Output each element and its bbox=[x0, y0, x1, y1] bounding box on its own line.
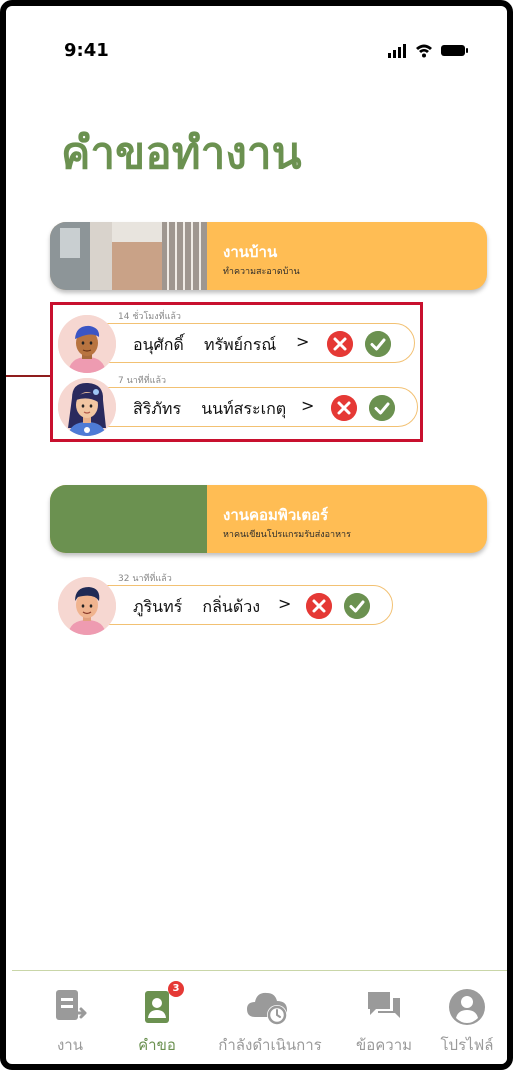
job-subtitle: ทำความสะอาดบ้าน bbox=[223, 267, 300, 277]
reject-button[interactable] bbox=[331, 395, 357, 421]
requester-name: สิริภัทร นนท์สระเกตุ bbox=[133, 397, 286, 422]
signal-icon bbox=[388, 44, 406, 58]
nav-item-in-progress[interactable]: กำลังดำเนินการ bbox=[208, 971, 332, 1064]
status-icons bbox=[388, 44, 468, 58]
nav-label: โปรไฟล์ bbox=[440, 1036, 494, 1054]
requester-last-name: นนท์สระเกตุ bbox=[201, 399, 287, 418]
accept-button[interactable] bbox=[365, 331, 391, 357]
nav-label: คำขอ bbox=[138, 1036, 176, 1054]
requester-last-name: กลิ่นด้วง bbox=[202, 597, 261, 616]
request-time: 7 นาทีที่แล้ว bbox=[118, 376, 167, 386]
reject-button[interactable] bbox=[327, 331, 353, 357]
reject-button[interactable] bbox=[306, 593, 332, 619]
nav-item-request[interactable]: 3 คำขอ bbox=[122, 971, 192, 1064]
bottom-nav: งาน 3 คำขอ กำลังดำเนินการ ข้อความ โปรไฟล… bbox=[12, 970, 507, 1064]
requester-name: ภูรินทร์ กลิ่นด้วง bbox=[133, 595, 260, 620]
requester-first-name: สิริภัทร bbox=[133, 399, 182, 418]
wifi-icon bbox=[416, 44, 432, 58]
job-card-housework[interactable]: งานบ้าน ทำความสะอาดบ้าน bbox=[50, 222, 487, 290]
avatar bbox=[58, 378, 116, 436]
request-time: 14 ชั่วโมงที่แล้ว bbox=[118, 312, 181, 322]
status-time: 9:41 bbox=[64, 40, 109, 61]
nav-item-job[interactable]: งาน bbox=[40, 971, 100, 1064]
page-title: คำขอทำงาน bbox=[61, 128, 302, 179]
notification-badge: 3 bbox=[168, 981, 184, 997]
chevron-right-icon[interactable]: > bbox=[301, 396, 314, 415]
nav-item-message[interactable]: ข้อความ bbox=[346, 971, 422, 1064]
nav-label: งาน bbox=[56, 1036, 83, 1054]
chevron-right-icon[interactable]: > bbox=[296, 332, 309, 351]
accept-button[interactable] bbox=[344, 593, 370, 619]
nav-item-profile[interactable]: โปรไฟล์ bbox=[432, 971, 502, 1064]
requester-first-name: อนุศักดิ์ bbox=[133, 335, 184, 354]
job-icon bbox=[56, 990, 87, 1020]
annotation-line bbox=[6, 375, 50, 377]
nav-label: ข้อความ bbox=[355, 1036, 413, 1054]
job-title: งานคอมพิวเตอร์ bbox=[223, 506, 329, 524]
job-image-computer bbox=[50, 485, 207, 553]
requester-last-name: ทรัพย์กรณ์ bbox=[203, 335, 277, 354]
requester-first-name: ภูรินทร์ bbox=[133, 597, 183, 616]
job-image-house bbox=[50, 222, 207, 290]
avatar bbox=[58, 315, 116, 373]
battery-icon bbox=[441, 45, 468, 56]
job-card-computer[interactable]: งานคอมพิวเตอร์ หาคนเขียนโปรแกรมรับส่งอาห… bbox=[50, 485, 487, 553]
request-time: 32 นาทีที่แล้ว bbox=[118, 574, 172, 584]
requester-name: อนุศักดิ์ ทรัพย์กรณ์ bbox=[133, 333, 276, 358]
nav-label: กำลังดำเนินการ bbox=[218, 1036, 322, 1054]
avatar bbox=[58, 577, 116, 635]
job-title: งานบ้าน bbox=[223, 243, 278, 261]
phone-frame: 9:41 คำขอทำงาน งานบ้าน ทำความสะอาดบ้าน 1… bbox=[0, 0, 513, 1070]
job-subtitle: หาคนเขียนโปรแกรมรับส่งอาหาร bbox=[223, 530, 351, 540]
in-progress-icon bbox=[247, 992, 287, 1025]
profile-icon bbox=[449, 989, 485, 1025]
message-icon bbox=[368, 992, 400, 1018]
chevron-right-icon[interactable]: > bbox=[278, 594, 291, 613]
accept-button[interactable] bbox=[369, 395, 395, 421]
